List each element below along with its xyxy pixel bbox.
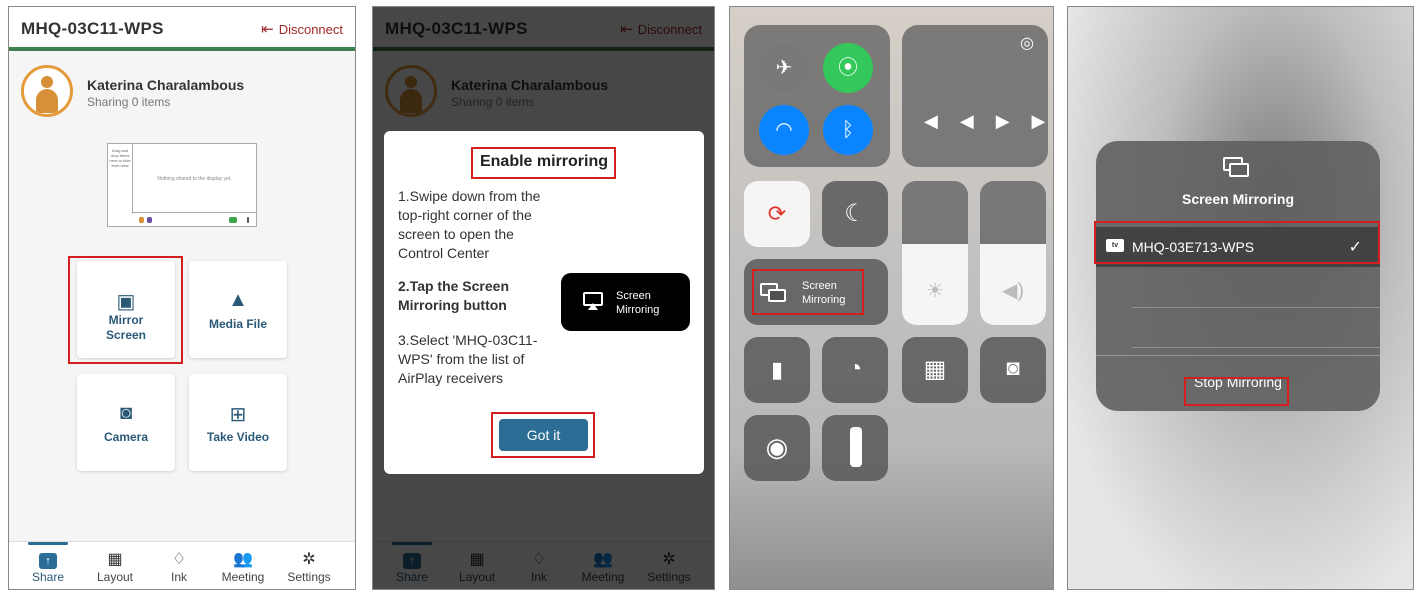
ink-drop-icon: ♢ bbox=[171, 551, 187, 568]
divider bbox=[1132, 347, 1380, 348]
volume-slider[interactable]: ◀) bbox=[980, 181, 1046, 325]
preview-side-text: Drag and drop items here to hide from vi… bbox=[108, 144, 133, 214]
screen-mirroring-example-button: Screen Mirroring bbox=[561, 273, 690, 331]
camera-icon: ◙ bbox=[1006, 355, 1020, 380]
user-status: Sharing 0 items bbox=[87, 95, 171, 109]
step-1: 1.Swipe down from the top-right corner o… bbox=[398, 188, 541, 261]
rotation-lock-icon: ⟳ bbox=[767, 201, 787, 226]
room-title: MHQ-03C11-WPS bbox=[21, 19, 164, 38]
tab-meeting[interactable]: 👥Meeting bbox=[213, 550, 273, 584]
remote-icon bbox=[850, 427, 862, 467]
playback-controls: ◀◀▶▶▶ bbox=[902, 111, 1053, 141]
tab-layout[interactable]: ▦Layout bbox=[85, 550, 145, 584]
layout-icon: ▦ bbox=[107, 551, 123, 568]
people-icon: 👥 bbox=[233, 551, 253, 568]
image-icon: ▲ bbox=[228, 289, 248, 311]
speaker-icon: ◀) bbox=[1001, 280, 1025, 302]
app-screen-share: MHQ-03C11-WPS ⇤ Disconnect Katerina Chara… bbox=[8, 6, 356, 590]
airplay-icon bbox=[583, 292, 603, 310]
step-2: 2.Tap the Screen Mirroring button bbox=[398, 278, 510, 313]
brightness-slider[interactable]: ☀ bbox=[902, 181, 968, 325]
timer-button[interactable]: ◔ bbox=[822, 337, 888, 403]
camera-button[interactable]: ◙ bbox=[980, 337, 1046, 403]
play-icon[interactable]: ▶ bbox=[996, 111, 1032, 131]
highlight-device bbox=[1094, 221, 1380, 264]
tab-ink[interactable]: ♢Ink bbox=[149, 550, 209, 584]
ios-screen-mirroring-menu: Screen Mirroring tv MHQ-03E713-WPS ✓ Sto… bbox=[1067, 6, 1414, 590]
avatar bbox=[21, 65, 73, 117]
flashlight-button[interactable]: ▮ bbox=[744, 337, 810, 403]
tab-bar: ↑Share ▦Layout ♢Ink 👥Meeting ✲Settings bbox=[9, 541, 355, 589]
tab-settings[interactable]: ✲Settings bbox=[279, 550, 339, 584]
preview-bar bbox=[133, 212, 256, 226]
calculator-icon: ▦ bbox=[923, 356, 947, 383]
logout-icon: ⇤ bbox=[261, 21, 274, 38]
highlight-dialog-title bbox=[471, 147, 616, 179]
screen-mirroring-card: Screen Mirroring tv MHQ-03E713-WPS ✓ Sto… bbox=[1096, 141, 1380, 411]
rewind-icon[interactable]: ◀◀ bbox=[924, 111, 996, 131]
step-3: 3.Select 'MHQ-03C11-WPS' from the list o… bbox=[398, 332, 538, 386]
enable-mirroring-dialog: Enable mirroring 1.Swipe down from the t… bbox=[384, 131, 704, 474]
media-file-tile[interactable]: ▲ Media File bbox=[189, 261, 287, 358]
highlight-stop-mirroring bbox=[1184, 377, 1289, 406]
connectivity-block: ✈ ⦿ ◠ ᛒ bbox=[744, 25, 890, 167]
cellular-data-icon[interactable]: ⦿ bbox=[823, 43, 873, 93]
forward-icon[interactable]: ▶▶ bbox=[1032, 111, 1053, 131]
calculator-button[interactable]: ▦ bbox=[902, 337, 968, 403]
do-not-disturb-button[interactable]: ☾ bbox=[822, 181, 888, 247]
moon-icon: ☾ bbox=[844, 200, 866, 227]
bluetooth-icon[interactable]: ᛒ bbox=[823, 105, 873, 155]
flashlight-icon: ▮ bbox=[770, 357, 784, 382]
media-block: ◎ ◀◀▶▶▶ bbox=[902, 25, 1053, 167]
preview-main-text: Nothing shared to the display yet. bbox=[157, 176, 232, 182]
disconnect-button[interactable]: ⇤Disconnect bbox=[261, 20, 343, 38]
user-profile: Katerina Charalambous Sharing 0 items bbox=[9, 55, 355, 119]
ios-control-center: ✈ ⦿ ◠ ᛒ ◎ ◀◀▶▶▶ ⟳ ☾ ☀ ◀) ScreenMirroring… bbox=[729, 6, 1054, 590]
sun-icon: ☀ bbox=[926, 280, 944, 302]
highlight-screen-mirroring bbox=[752, 269, 864, 315]
camera-icon: ◙ bbox=[119, 402, 133, 424]
orientation-lock-button[interactable]: ⟳ bbox=[744, 181, 810, 247]
take-video-tile[interactable]: ⊞ Take Video bbox=[189, 374, 287, 471]
remote-button[interactable] bbox=[822, 415, 888, 481]
airplay-audio-icon[interactable]: ◎ bbox=[1020, 33, 1034, 53]
menu-title: Screen Mirroring bbox=[1181, 191, 1295, 207]
timer-icon: ◔ bbox=[847, 355, 863, 382]
wifi-icon[interactable]: ◠ bbox=[759, 105, 809, 155]
screen-record-button[interactable]: ◉ bbox=[744, 415, 810, 481]
airplane-mode-icon[interactable]: ✈ bbox=[759, 43, 809, 93]
tab-share[interactable]: ↑Share bbox=[18, 550, 78, 584]
divider bbox=[1132, 307, 1380, 308]
user-name: Katerina Charalambous bbox=[87, 77, 245, 93]
share-icon: ↑ bbox=[18, 550, 78, 570]
active-tab-indicator bbox=[28, 542, 68, 545]
record-icon: ◉ bbox=[765, 432, 789, 462]
highlight-mirror-screen bbox=[68, 256, 183, 364]
display-preview[interactable]: Drag and drop items here to hide from vi… bbox=[107, 143, 257, 227]
camera-tile[interactable]: ◙ Camera bbox=[77, 374, 175, 471]
video-plus-icon: ⊞ bbox=[229, 404, 247, 426]
app-screen-mirroring-modal: MHQ-03C11-WPS ⇤Disconnect Katerina Chara… bbox=[372, 6, 715, 590]
highlight-got-it bbox=[491, 412, 595, 458]
gear-icon: ✲ bbox=[302, 551, 316, 568]
app-header: MHQ-03C11-WPS ⇤Disconnect bbox=[9, 7, 355, 51]
